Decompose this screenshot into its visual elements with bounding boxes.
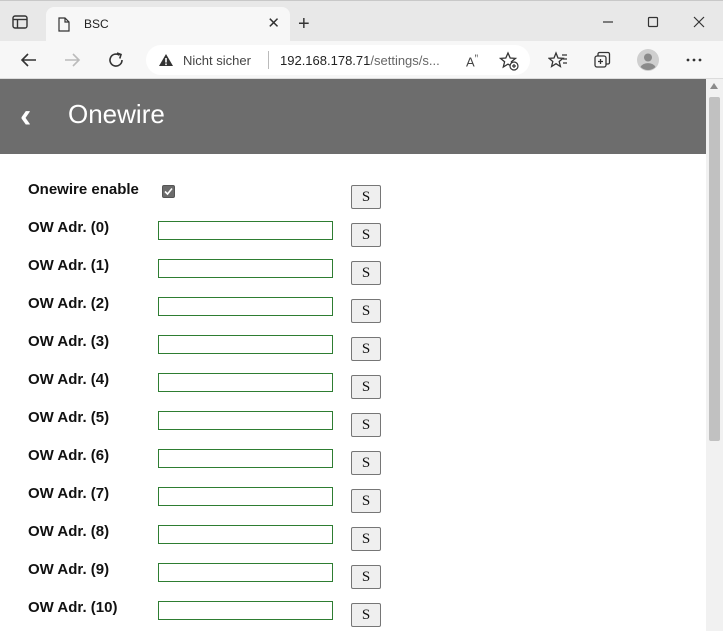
url-text[interactable]: 192.168.178.71/settings/s...	[280, 53, 440, 68]
back-button[interactable]: ‹	[20, 97, 31, 135]
onewire-enable-label: Onewire enable	[28, 181, 139, 198]
back-arrow-icon[interactable]	[19, 50, 39, 70]
ow-address-input[interactable]	[158, 373, 333, 392]
security-label[interactable]: Nicht sicher	[183, 53, 251, 68]
onewire-enable-checkbox[interactable]	[162, 185, 175, 198]
save-button[interactable]: S	[351, 527, 381, 551]
ow-address-input[interactable]	[158, 259, 333, 278]
collections-icon[interactable]	[592, 50, 612, 70]
forward-arrow-icon[interactable]	[62, 50, 82, 70]
ow-address-label: OW Adr. (7)	[28, 485, 110, 502]
plus-icon[interactable]: +	[298, 14, 310, 34]
scrollbar-thumb[interactable]	[709, 97, 720, 441]
refresh-icon[interactable]	[106, 50, 126, 70]
tab-title: BSC	[84, 17, 109, 31]
add-favorite-icon[interactable]	[499, 51, 519, 71]
ow-address-input[interactable]	[158, 563, 333, 582]
save-button[interactable]: S	[351, 489, 381, 513]
ow-address-label: OW Adr. (4)	[28, 371, 110, 388]
ow-address-label: OW Adr. (1)	[28, 257, 110, 274]
ow-address-label: OW Adr. (8)	[28, 523, 110, 540]
ow-address-input[interactable]	[158, 297, 333, 316]
ow-address-row: OW Adr. (4) S	[0, 371, 706, 409]
onewire-enable-row: Onewire enable S	[0, 181, 706, 219]
save-button[interactable]: S	[351, 413, 381, 437]
ow-address-input[interactable]	[158, 221, 333, 240]
ow-address-input[interactable]	[158, 449, 333, 468]
save-button[interactable]: S	[351, 603, 381, 627]
ow-address-label: OW Adr. (2)	[28, 295, 110, 312]
save-button[interactable]: S	[351, 337, 381, 361]
ow-address-row: OW Adr. (10) S	[0, 599, 706, 631]
ow-address-row: OW Adr. (5) S	[0, 409, 706, 447]
ow-address-row: OW Adr. (7) S	[0, 485, 706, 523]
ow-address-row: OW Adr. (3) S	[0, 333, 706, 371]
ow-address-row: OW Adr. (8) S	[0, 523, 706, 561]
ow-address-row: OW Adr. (1) S	[0, 257, 706, 295]
browser-tab[interactable]: BSC ✕	[46, 7, 290, 43]
page-title: Onewire	[68, 99, 165, 129]
ow-address-label: OW Adr. (5)	[28, 409, 110, 426]
address-bar[interactable]: Nicht sicher 192.168.178.71/settings/s..…	[146, 45, 530, 75]
tab-actions-icon[interactable]	[12, 15, 28, 29]
ow-address-row: OW Adr. (6) S	[0, 447, 706, 485]
minimize-icon[interactable]	[598, 13, 618, 31]
page-icon	[58, 17, 70, 32]
page-header: ‹ Onewire	[0, 79, 706, 154]
maximize-icon[interactable]	[643, 13, 663, 31]
profile-icon[interactable]	[637, 49, 659, 71]
check-icon	[164, 187, 173, 196]
save-button[interactable]: S	[351, 375, 381, 399]
vertical-scrollbar[interactable]	[706, 79, 723, 631]
ow-address-row: OW Adr. (2) S	[0, 295, 706, 333]
scroll-up-icon[interactable]	[710, 83, 718, 89]
read-aloud-icon[interactable]: Aꞌꞌ	[466, 53, 478, 69]
close-window-icon[interactable]	[689, 13, 709, 31]
ow-address-row: OW Adr. (0) S	[0, 219, 706, 257]
page-content: ‹ Onewire Onewire enable S OW Adr. (0) S O…	[0, 79, 706, 631]
ow-address-input[interactable]	[158, 525, 333, 544]
close-icon[interactable]: ✕	[267, 16, 280, 32]
url-host: 192.168.178.71	[280, 53, 371, 68]
ow-address-input[interactable]	[158, 335, 333, 354]
ow-address-row: OW Adr. (9) S	[0, 561, 706, 599]
ow-address-label: OW Adr. (9)	[28, 561, 110, 578]
save-button[interactable]: S	[351, 261, 381, 285]
url-path: /settings/s...	[370, 53, 440, 68]
address-divider	[268, 51, 269, 69]
save-button[interactable]: S	[351, 185, 381, 209]
favorites-icon[interactable]	[548, 50, 568, 70]
save-button[interactable]: S	[351, 299, 381, 323]
save-button[interactable]: S	[351, 451, 381, 475]
ow-address-label: OW Adr. (6)	[28, 447, 110, 464]
ow-address-label: OW Adr. (3)	[28, 333, 110, 350]
ow-address-label: OW Adr. (0)	[28, 219, 110, 236]
browser-toolbar: Nicht sicher 192.168.178.71/settings/s..…	[0, 41, 723, 79]
ow-address-input[interactable]	[158, 411, 333, 430]
ow-address-input[interactable]	[158, 487, 333, 506]
save-button[interactable]: S	[351, 565, 381, 589]
browser-titlebar: BSC ✕ +	[0, 0, 723, 43]
save-button[interactable]: S	[351, 223, 381, 247]
warning-icon[interactable]	[158, 53, 174, 67]
ow-address-input[interactable]	[158, 601, 333, 620]
ow-address-label: OW Adr. (10)	[28, 599, 118, 616]
more-icon[interactable]	[684, 50, 704, 70]
